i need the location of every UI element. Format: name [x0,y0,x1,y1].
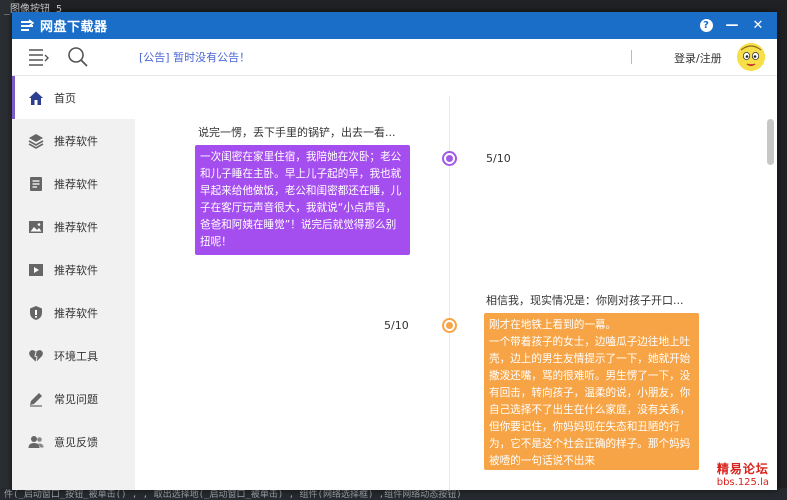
users-icon [28,434,44,450]
document-icon [28,176,44,192]
window-title: 网盘下载器 [40,20,108,35]
sidebar-item-feedback[interactable]: 意见反馈 [12,420,135,463]
sidebar-item-label: 推荐软件 [54,177,98,191]
sidebar-item-label: 推荐软件 [54,263,98,277]
sidebar-item-recommended-2[interactable]: 推荐软件 [12,162,135,205]
sidebar-item-label: 环境工具 [54,349,98,363]
sidebar-item-label: 意见反馈 [54,435,98,449]
timeline-entry-2-page: 5/10 [384,319,409,332]
sidebar: 首页 推荐软件 推荐软件 推荐软件 推荐软件 推荐软件 环境工具 常见问题 意见… [12,76,135,490]
app-window: 网盘下载器 ? — ✕ [公告] 暂时没有公告！ 登录/注册 首页 推荐软件 推… [12,12,777,490]
title-bar[interactable]: 网盘下载器 ? — ✕ [12,12,777,39]
minimize-button[interactable]: — [719,12,745,39]
sidebar-item-label: 常见问题 [54,392,98,406]
vertical-scrollbar[interactable] [767,119,774,165]
timeline-entry-1-title[interactable]: 说完一愣，丢下手里的锅铲，出去一看... [198,124,396,140]
sidebar-item-label: 推荐软件 [54,306,98,320]
shield-icon [28,305,44,321]
login-register-link[interactable]: 登录/注册 [674,50,722,66]
sidebar-item-label: 首页 [54,91,76,105]
sidebar-item-recommended-4[interactable]: 推荐软件 [12,248,135,291]
help-icon: ? [699,19,713,32]
search-icon[interactable] [67,46,89,68]
home-icon [28,90,44,106]
sidebar-item-faq[interactable]: 常见问题 [12,377,135,420]
watermark-url: bbs.125.la [716,477,769,488]
timeline-entry-2-card[interactable]: 刚才在地铁上看到的一幕。 一个带着孩子的女士，边嗑瓜子边往地上吐壳，边上的男生友… [484,313,699,470]
timeline-entry-1-card[interactable]: 一次闺密在家里住宿，我陪她在次卧；老公和儿子睡在主卧。早上儿子起的早，我也就早起… [195,145,410,255]
heart-icon [28,348,44,364]
announcement-text[interactable]: [公告] 暂时没有公告！ [139,49,250,65]
app-logo-icon [21,18,35,31]
watermark: 精易论坛 bbs.125.la [717,460,769,488]
watermark-title: 精易论坛 [716,462,769,476]
timeline-node-1 [442,151,457,166]
sidebar-item-recommended-1[interactable]: 推荐软件 [12,119,135,162]
help-button[interactable]: ? [693,12,719,39]
layers-icon [28,133,44,149]
toolbar-divider [631,50,632,64]
toolbar: [公告] 暂时没有公告！ 登录/注册 [12,39,777,76]
close-button[interactable]: ✕ [745,12,771,39]
image-icon [28,219,44,235]
timeline-node-2 [442,318,457,333]
edit-icon [28,391,44,407]
window-controls: ? — ✕ [693,12,771,39]
timeline-panel: 说完一愣，丢下手里的锅铲，出去一看... 一次闺密在家里住宿，我陪她在次卧；老公… [135,76,777,490]
timeline-entry-1-page: 5/10 [486,152,511,165]
avatar-face-icon [737,43,765,71]
content-area: 首页 推荐软件 推荐软件 推荐软件 推荐软件 推荐软件 环境工具 常见问题 意见… [12,76,777,490]
sidebar-item-home[interactable]: 首页 [12,76,135,119]
sidebar-item-recommended-5[interactable]: 推荐软件 [12,291,135,334]
sidebar-item-label: 推荐软件 [54,134,98,148]
timeline-entry-2-title[interactable]: 相信我，现实情况是：你刚对孩子开口... [486,292,684,308]
menu-icon[interactable] [27,46,49,68]
sidebar-item-env-tools[interactable]: 环境工具 [12,334,135,377]
avatar[interactable] [737,43,765,71]
sidebar-item-label: 推荐软件 [54,220,98,234]
sidebar-item-recommended-3[interactable]: 推荐软件 [12,205,135,248]
play-icon [28,262,44,278]
